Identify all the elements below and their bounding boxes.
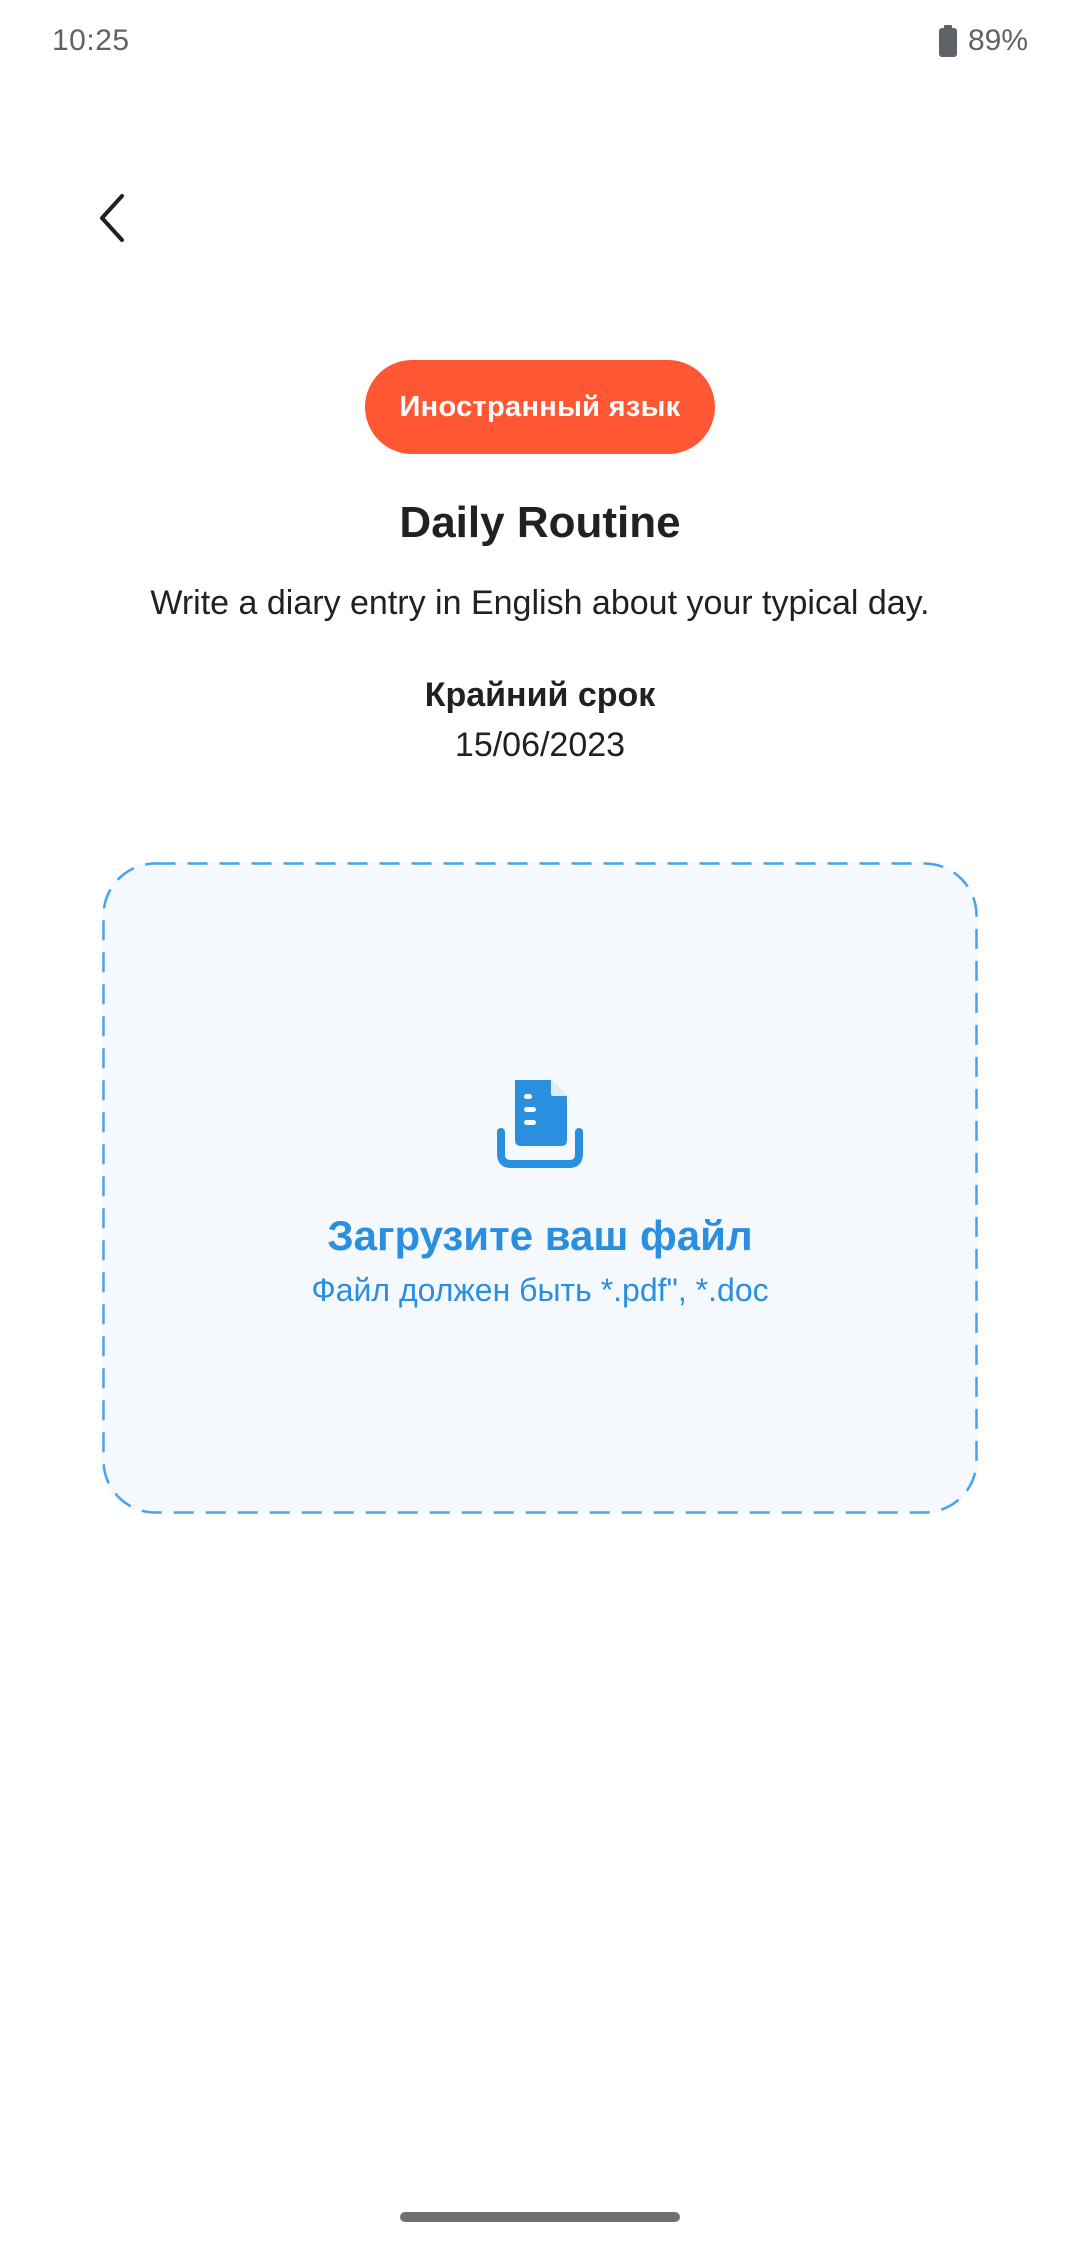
- upload-format-hint: Файл должен быть *.pdf", *.doc: [311, 1272, 769, 1308]
- status-time: 10:25: [52, 24, 130, 57]
- battery-percentage: 89%: [967, 24, 1028, 57]
- battery-icon: [938, 25, 958, 57]
- status-right: 89%: [938, 24, 1028, 58]
- assignment-description: Write a diary entry in English about you…: [150, 584, 930, 622]
- assignment-title: Daily Routine: [399, 498, 681, 547]
- deadline-date: 15/06/2023: [454, 726, 626, 764]
- file-upload-dropzone[interactable]: Загрузите ваш файл Файл должен быть *.pd…: [102, 862, 978, 1514]
- dropzone-dashed-border: [102, 862, 978, 1514]
- subject-badge: Иностранный язык: [365, 360, 715, 454]
- status-bar: 10:25 89%: [0, 0, 1080, 88]
- back-button[interactable]: [80, 180, 144, 260]
- home-indicator[interactable]: [400, 2212, 680, 2222]
- upload-title: Загрузите ваш файл: [327, 1212, 753, 1259]
- document-upload-icon: [495, 1074, 585, 1170]
- deadline-label: Крайний срок: [424, 676, 656, 714]
- chevron-left-icon: [92, 188, 132, 253]
